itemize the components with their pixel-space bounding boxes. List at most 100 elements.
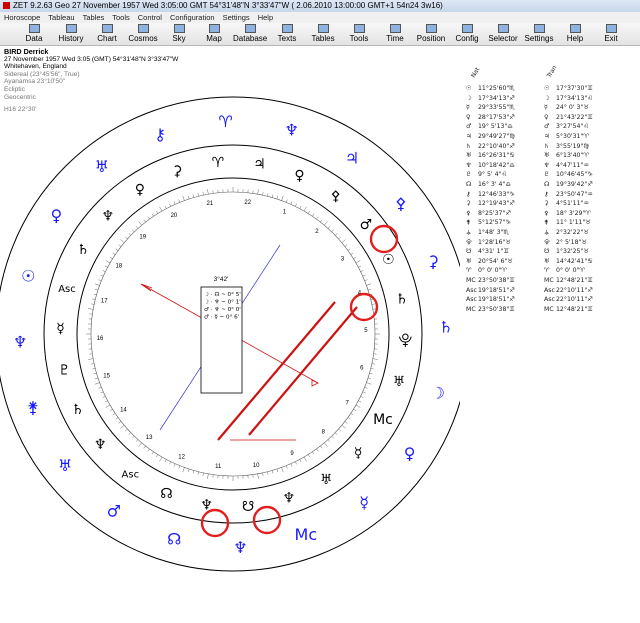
transit-planet-glyph[interactable]: ♆ [233, 538, 247, 557]
toolbar-label: Chart [97, 34, 117, 43]
degree-tick [338, 236, 341, 240]
toolbar-cosmos-button[interactable]: Cosmos [126, 24, 160, 44]
natal-planet-glyph[interactable]: ♃ [253, 157, 266, 173]
degree-tick [303, 456, 307, 462]
natal-planet-glyph[interactable]: ♆ [102, 208, 115, 224]
transit-planet-glyph[interactable]: ♃ [345, 148, 359, 167]
natal-planet-glyph[interactable]: Asc [58, 284, 76, 295]
toolbar-data-button[interactable]: Data [17, 24, 51, 44]
natal-planet-glyph[interactable]: ♄ [71, 402, 84, 418]
menu-configuration[interactable]: Configuration [166, 12, 219, 23]
natal-planet-glyph[interactable]: ⯓ [399, 333, 413, 349]
toolbar-history-button[interactable]: History [54, 24, 88, 44]
transit-planet-glyph[interactable]: ⚳ [427, 252, 439, 271]
table-row: ♀ 28°17'53"♐ ♀ 21°43'22"♊ [464, 113, 640, 122]
toolbar-chart-button[interactable]: Chart [90, 24, 124, 44]
toolbar-config-button[interactable]: Config [450, 24, 484, 44]
table-cell-v2: 4°47'11"♒ [556, 161, 589, 169]
toolbar-settings-button[interactable]: Settings [522, 24, 556, 44]
horoscope-wheel[interactable]: 21 2212345678910111213141516171819203°42'… [0, 45, 460, 623]
natal-planet-glyph[interactable]: ♄ [395, 291, 408, 307]
natal-planet-glyph[interactable]: ☉ [382, 252, 395, 268]
natal-planet-glyph[interactable]: ♆ [94, 437, 107, 453]
natal-planet-glyph[interactable]: ♄ [77, 242, 90, 258]
transit-planet-glyph[interactable]: ♆ [13, 332, 27, 351]
transit-planet-glyph[interactable]: ⚷ [154, 125, 166, 144]
toolbar-database-button[interactable]: Database [233, 24, 267, 44]
natal-planet-glyph[interactable]: ⚴ [331, 188, 341, 204]
natal-planet-glyph[interactable]: ♀ [135, 182, 145, 198]
table-cell-p2: ☊ [544, 181, 550, 188]
transit-planet-glyph[interactable]: ⚵ [27, 398, 39, 417]
cosmos-icon [137, 24, 149, 33]
natal-planet-glyph[interactable]: ☿ [354, 446, 363, 462]
degree-tick [303, 206, 307, 212]
natal-planet-glyph[interactable]: Mc [373, 412, 393, 428]
selector-icon [497, 24, 509, 33]
transit-planet-glyph[interactable]: ♈ [218, 112, 232, 131]
degree-tick [88, 358, 94, 360]
natal-planet-glyph[interactable]: ♅ [320, 472, 333, 488]
toolbar-position-button[interactable]: Position [414, 24, 448, 44]
menu-help[interactable]: Help [254, 12, 277, 23]
toolbar-exit-button[interactable]: Exit [594, 24, 628, 44]
natal-planet-glyph[interactable]: ☊ [160, 486, 172, 502]
degree-tick [147, 448, 150, 452]
toolbar-texts-button[interactable]: Texts [270, 24, 304, 44]
history-icon [65, 24, 77, 33]
transit-planet-glyph[interactable]: ⚴ [395, 194, 407, 213]
highlight-circle [369, 224, 399, 254]
menu-control[interactable]: Control [134, 12, 166, 23]
degree-tick [362, 274, 366, 277]
table-cell-v1: 12°19'43"♐ [478, 200, 515, 208]
degree-tick [92, 298, 96, 300]
natal-planet-glyph[interactable]: ♀ [294, 168, 304, 184]
natal-planet-glyph[interactable]: Asc [122, 470, 140, 481]
degree-tick [164, 205, 167, 209]
toolbar-map-button[interactable]: Map [197, 24, 231, 44]
natal-planet-glyph[interactable]: ♈ [212, 155, 225, 171]
arrow-head [140, 283, 153, 292]
transit-planet-glyph[interactable]: ♀ [404, 444, 416, 463]
transit-planet-glyph[interactable]: ☿ [359, 493, 369, 512]
degree-tick [366, 382, 372, 385]
transit-planet-glyph[interactable]: ♀ [51, 206, 63, 225]
toolbar-selector-button[interactable]: Selector [486, 24, 520, 44]
toolbar-time-button[interactable]: Time [378, 24, 412, 44]
natal-planet-glyph[interactable]: ⚳ [172, 164, 182, 180]
toolbar-help-button[interactable]: Help [558, 24, 592, 44]
natal-planet-glyph[interactable]: ♅ [393, 374, 406, 390]
toolbar-tools-button[interactable]: Tools [342, 24, 376, 44]
table-cell-v2: 24° 0' 3"♉ [556, 104, 589, 112]
natal-planet-glyph[interactable]: ♆ [282, 490, 295, 506]
transit-planet-glyph[interactable]: ☽ [431, 384, 445, 403]
help-icon [569, 24, 581, 33]
menu-settings[interactable]: Settings [219, 12, 254, 23]
degree-tick [347, 417, 351, 420]
degree-tick [125, 236, 128, 240]
transit-planet-glyph[interactable]: ☊ [167, 530, 181, 549]
transit-planet-glyph[interactable]: ♅ [58, 456, 72, 475]
transit-planet-glyph[interactable]: ♄ [439, 318, 453, 337]
degree-tick [290, 201, 293, 205]
menu-tables[interactable]: Tables [79, 12, 109, 23]
natal-planet-glyph[interactable]: ♂ [360, 217, 373, 233]
toolbar-tables-button[interactable]: Tables [306, 24, 340, 44]
natal-planet-glyph[interactable]: ♇ [58, 363, 71, 379]
transit-planet-glyph[interactable]: Mc [295, 525, 318, 544]
table-cell-p2: ⚴ [544, 209, 549, 217]
menu-tools[interactable]: Tools [108, 12, 134, 23]
toolbar-sky-button[interactable]: Sky [162, 24, 196, 44]
transit-planet-glyph[interactable]: ♂ [107, 502, 121, 521]
degree-tick [109, 256, 113, 259]
natal-planet-glyph[interactable]: ☋ [242, 499, 254, 515]
menu-horoscope[interactable]: Horoscope [0, 12, 44, 23]
menu-tableau[interactable]: Tableau [44, 12, 78, 23]
natal-planet-glyph[interactable]: ☿ [56, 321, 65, 337]
degree-tick [262, 192, 264, 196]
transit-planet-glyph[interactable]: ♆ [285, 120, 299, 139]
transit-planet-glyph[interactable]: ♅ [95, 157, 109, 176]
house-number: 15 [103, 374, 110, 380]
toolbar-label: Settings [524, 34, 554, 43]
transit-planet-glyph[interactable]: ☉ [21, 266, 35, 285]
